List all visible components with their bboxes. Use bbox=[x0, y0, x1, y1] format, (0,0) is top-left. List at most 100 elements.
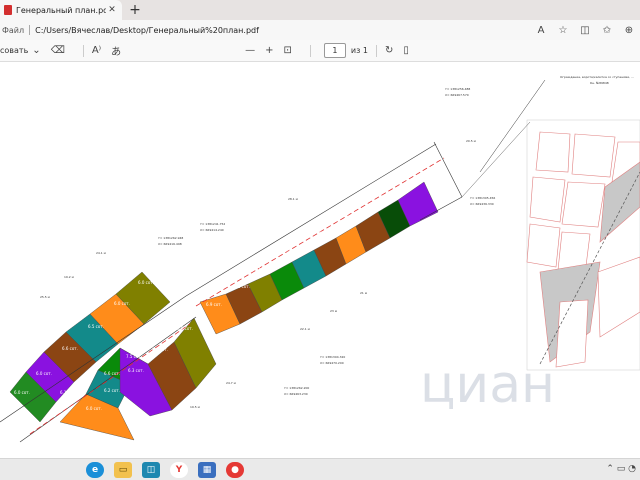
site-label: Файл bbox=[2, 25, 25, 35]
url-field[interactable]: C:/Users/Вячеслав/Desktop/Генеральный%20… bbox=[35, 26, 259, 35]
favorites-icon[interactable]: ✩ bbox=[596, 25, 618, 36]
dimension-label: 21 м bbox=[360, 291, 367, 295]
plot-label: 7.2 сот. bbox=[284, 248, 300, 253]
plot-label: 6.0 сот. bbox=[177, 326, 193, 331]
text-icon: A⁾ bbox=[91, 45, 102, 56]
divider bbox=[82, 44, 84, 57]
read-aloud-icon[interactable]: A bbox=[530, 25, 552, 36]
north-note-sub: Кн. №89848 bbox=[590, 81, 609, 85]
draw-label: совать bbox=[0, 46, 29, 55]
dimension-label: 22.1 м bbox=[300, 327, 310, 331]
watermark: циан bbox=[420, 355, 555, 415]
fit-page-icon: ⊡ bbox=[283, 45, 292, 56]
plot-label: 6.0 сот. bbox=[138, 280, 154, 285]
address-bar: Файл C:/Users/Вячеслав/Desktop/Генеральн… bbox=[0, 20, 640, 40]
north-note: Ограждение, ворота/калитка со ступенями,… bbox=[560, 75, 634, 79]
zoom-out-button[interactable]: — bbox=[245, 45, 255, 56]
coord-label: Y= 1381241.752 bbox=[200, 222, 225, 226]
cadastral-inset bbox=[526, 119, 640, 371]
plot-label: 6.2 сот. bbox=[234, 284, 250, 289]
plot-label: 6.3 сот. bbox=[360, 196, 376, 201]
plot-label: 6.0 сот. bbox=[14, 390, 30, 395]
plot-label: 6.0 сот. bbox=[114, 301, 130, 306]
plot-label: 6.5 сот. bbox=[412, 158, 428, 163]
plot-label: 6.5 сот. bbox=[394, 172, 410, 177]
draw-tool[interactable]: совать ⌄ bbox=[0, 45, 41, 56]
tab-strip: Генеральный план.pdf ✕ + bbox=[0, 0, 640, 20]
page-total: из 1 bbox=[350, 46, 368, 55]
plot-label: 6.6 сот. bbox=[104, 371, 120, 376]
collections-icon[interactable]: ⊕ bbox=[618, 25, 640, 36]
divider bbox=[309, 44, 311, 57]
address-actions: A ☆ ◫ ✩ ⊕ bbox=[530, 20, 640, 40]
divider bbox=[376, 44, 377, 57]
tab-title: Генеральный план.pdf bbox=[16, 5, 106, 15]
plot-label: 6.6 сот. bbox=[62, 346, 78, 351]
dimension-label: 28.1 м bbox=[288, 197, 298, 201]
coord-label: Y= 1381256.488 bbox=[445, 87, 470, 91]
chevron-down-icon: ⌄ bbox=[32, 45, 41, 56]
favorite-star-icon[interactable]: ☆ bbox=[552, 25, 574, 36]
taskbar: e ▭ ◫ Y ▦ ● ⌃ ▭ ◔ bbox=[0, 458, 640, 480]
chrome-button[interactable]: ● bbox=[226, 462, 244, 478]
plot-label: 6.1 сот. bbox=[60, 390, 76, 395]
coord-label: X= 669467.570 bbox=[445, 93, 469, 97]
app-button[interactable]: ◫ bbox=[142, 462, 160, 478]
coord-label: X= 669470.200 bbox=[320, 361, 344, 365]
plot-label: 6.5 сот. bbox=[88, 324, 104, 329]
divider bbox=[29, 25, 31, 35]
pdf-page: Ограждение, ворота/калитка со ступенями,… bbox=[0, 62, 640, 458]
plot-label: 6.2 сот. bbox=[104, 388, 120, 393]
coord-label: X= 669436.330 bbox=[470, 202, 494, 206]
plot-label: 6.7 сот. bbox=[310, 230, 326, 235]
dimension-label: 24.7 м bbox=[226, 381, 236, 385]
coord-label: X= 669463.230 bbox=[284, 392, 308, 396]
yandex-browser-button[interactable]: Y bbox=[170, 462, 188, 478]
dimension-label: 20.5 м bbox=[466, 139, 476, 143]
zoom-in-button[interactable]: + bbox=[265, 45, 273, 56]
site-plan-drawing: Ограждение, ворота/калитка со ступенями,… bbox=[0, 75, 640, 443]
system-tray[interactable]: ⌃ ▭ ◔ bbox=[606, 464, 636, 474]
coord-label: X= 669414.240 bbox=[200, 228, 224, 232]
translate-button[interactable]: あ bbox=[111, 43, 121, 58]
fit-page-button[interactable]: ⊡ bbox=[284, 45, 292, 56]
coord-label: Y= 1381305.456 bbox=[470, 196, 495, 200]
page-number-input[interactable]: 1 bbox=[323, 43, 346, 58]
pdf-icon bbox=[4, 5, 12, 15]
plot-label: 6.0 сот. bbox=[36, 371, 52, 376]
close-icon[interactable]: ✕ bbox=[106, 5, 118, 15]
coord-label: Y= 1381262.200 bbox=[284, 386, 309, 390]
eraser-icon: ⌫ bbox=[50, 45, 65, 56]
dimension-label: 19.5 м bbox=[190, 405, 200, 409]
new-tab-button[interactable]: + bbox=[126, 1, 144, 19]
dimension-label: 19.2 м bbox=[64, 275, 74, 279]
two-page-icon: ▯ bbox=[403, 45, 409, 56]
dimension-label: 25.5 м bbox=[40, 295, 50, 299]
plot-label: 7.5 сот. bbox=[126, 354, 142, 359]
dimension-label: 23 м bbox=[330, 309, 337, 313]
text-button[interactable]: A⁾ bbox=[92, 45, 101, 56]
translate-icon: あ bbox=[111, 47, 122, 58]
minus-icon: — bbox=[245, 45, 256, 56]
file-explorer-button[interactable]: ▭ bbox=[114, 462, 132, 478]
coord-label: Y= 1381262.948 bbox=[158, 236, 183, 240]
plus-icon: + bbox=[265, 45, 274, 56]
split-screen-icon[interactable]: ◫ bbox=[574, 25, 596, 36]
dimension-label: 24.1 м bbox=[96, 251, 106, 255]
calculator-button[interactable]: ▦ bbox=[198, 462, 216, 478]
plot-label: 6.0 сот. bbox=[86, 406, 102, 411]
plot-label: 6.6 сот. bbox=[334, 213, 350, 218]
coord-label: Y= 1381304.320 bbox=[320, 355, 345, 359]
plot-label: 7.0 сот. bbox=[258, 266, 274, 271]
rotate-button[interactable]: ↻ bbox=[385, 45, 393, 56]
coord-label: X= 669416.498 bbox=[158, 242, 182, 246]
view-button[interactable]: ▯ bbox=[403, 45, 409, 56]
site-info[interactable]: Файл bbox=[2, 26, 24, 35]
plot-label: 6.4 сот. bbox=[152, 347, 168, 352]
eraser-button[interactable]: ⌫ bbox=[51, 45, 65, 56]
edge-taskbar-button[interactable]: e bbox=[86, 462, 104, 478]
tab-active[interactable]: Генеральный план.pdf ✕ bbox=[0, 0, 122, 20]
upper-strip bbox=[185, 121, 531, 335]
plot-label: 6.3 сот. bbox=[128, 368, 144, 373]
rotate-icon: ↻ bbox=[385, 45, 394, 56]
